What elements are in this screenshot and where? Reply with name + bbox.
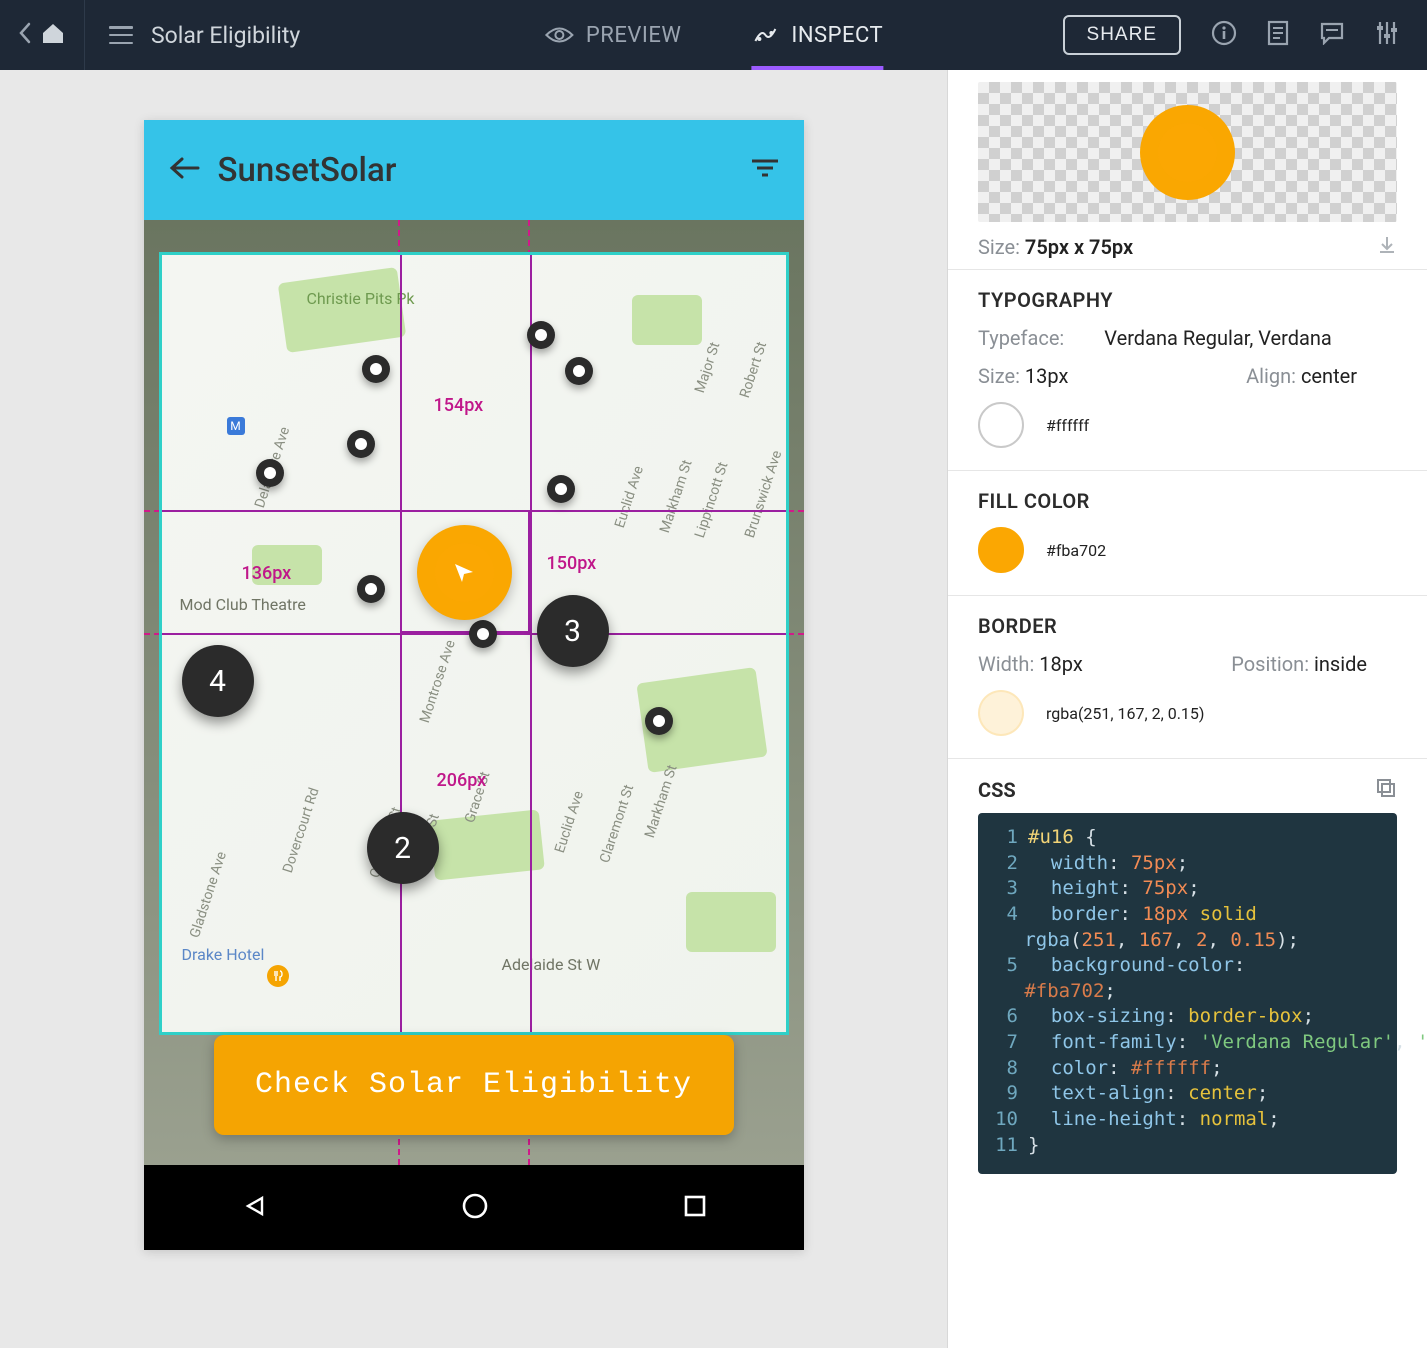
- nav-home-group: [0, 0, 85, 70]
- fontsize-label: Size:: [978, 364, 1020, 388]
- measure-bottom: 206px: [437, 770, 487, 791]
- device-frame: SunsetSolar: [144, 120, 804, 1250]
- thumbnail-sun-icon: [1140, 105, 1235, 200]
- street-label: Dovercourt Rd: [280, 786, 323, 875]
- inspect-icon: [751, 23, 779, 47]
- app-title: SunsetSolar: [218, 151, 397, 190]
- align-label: Align:: [1246, 364, 1296, 388]
- measure-top: 154px: [434, 395, 484, 416]
- android-navbar: [144, 1165, 804, 1250]
- border-width-label: Width:: [978, 652, 1034, 676]
- copy-icon[interactable]: [1375, 777, 1397, 803]
- fill-section: FILL COLOR #fba702: [948, 471, 1427, 596]
- download-icon[interactable]: [1377, 234, 1397, 259]
- app-header: SunsetSolar: [144, 120, 804, 220]
- map-cluster[interactable]: 3: [537, 595, 609, 667]
- tab-inspect-label: INSPECT: [791, 23, 883, 48]
- map-cluster[interactable]: 4: [182, 645, 254, 717]
- street-label: Euclid Ave: [612, 464, 647, 530]
- canvas[interactable]: SunsetSolar: [0, 70, 947, 1348]
- back-arrow-icon[interactable]: [168, 155, 200, 185]
- street-label: Drake Hotel: [182, 945, 265, 964]
- border-position-value: inside: [1314, 652, 1367, 676]
- app-toolbar: Solar Eligibility PREVIEW INSPECT SHARE: [0, 0, 1427, 70]
- street-label: Markham St: [657, 458, 696, 535]
- fontsize-value: 13px: [1025, 364, 1069, 388]
- comments-icon[interactable]: [1319, 21, 1345, 49]
- street-label: Christie Pits Pk: [307, 289, 415, 308]
- typography-heading: TYPOGRAPHY: [978, 288, 1397, 312]
- element-thumbnail: [978, 82, 1397, 222]
- typeface-value: Verdana Regular, Verdana: [1104, 326, 1332, 350]
- nav-back-icon[interactable]: [240, 1192, 268, 1224]
- typeface-label: Typeface:: [978, 326, 1064, 350]
- settings-icon[interactable]: [1375, 20, 1399, 50]
- fill-heading: FILL COLOR: [978, 489, 1397, 513]
- border-position-label: Position:: [1231, 652, 1309, 676]
- street-label: Adelaide St W: [502, 955, 601, 974]
- arrow-cursor-icon: [451, 560, 477, 586]
- map-marker[interactable]: [347, 430, 375, 458]
- nav-home-icon[interactable]: [460, 1191, 490, 1225]
- eye-icon: [544, 24, 574, 46]
- measure-left: 136px: [242, 563, 292, 584]
- share-button[interactable]: SHARE: [1063, 15, 1181, 55]
- metro-icon: M: [227, 417, 245, 435]
- sun-location-marker[interactable]: [417, 525, 512, 620]
- css-code[interactable]: 1#u16 { 2 width: 75px; 3 height: 75px; 4…: [978, 813, 1397, 1174]
- map-marker[interactable]: [362, 355, 390, 383]
- chevron-left-icon[interactable]: [18, 22, 32, 48]
- guide-solid: [530, 255, 532, 1032]
- guide-solid: [400, 255, 402, 1032]
- tab-inspect[interactable]: INSPECT: [751, 0, 883, 70]
- street-label: Markham St: [642, 763, 681, 840]
- cta-button[interactable]: Check Solar Eligibility: [214, 1035, 734, 1135]
- border-color-value: rgba(251, 167, 2, 0.15): [1046, 704, 1204, 723]
- map-marker[interactable]: [256, 459, 284, 487]
- font-color-swatch[interactable]: [978, 402, 1024, 448]
- fill-color-value: #fba702: [1046, 541, 1106, 560]
- street-label: Gladstone Ave: [187, 850, 230, 940]
- measure-right: 150px: [547, 553, 597, 574]
- typography-section: TYPOGRAPHY Typeface: Verdana Regular, Ve…: [948, 270, 1427, 471]
- street-label: Montrose Ave: [417, 638, 459, 725]
- document-title: Solar Eligibility: [151, 22, 300, 49]
- align-value: center: [1301, 364, 1357, 388]
- notes-icon[interactable]: [1267, 20, 1289, 50]
- restaurant-icon: [267, 965, 289, 987]
- map-marker[interactable]: [527, 321, 555, 349]
- font-color-value: #ffffff: [1046, 416, 1089, 435]
- nav-recent-icon[interactable]: [682, 1193, 708, 1223]
- fill-color-swatch[interactable]: [978, 527, 1024, 573]
- street-label: Mod Club Theatre: [180, 595, 306, 614]
- css-heading: CSS: [978, 778, 1016, 802]
- info-icon[interactable]: [1211, 20, 1237, 50]
- street-label: Major St: [692, 340, 723, 395]
- tab-preview-label: PREVIEW: [586, 23, 681, 48]
- border-heading: BORDER: [978, 614, 1397, 638]
- street-label: Claremont St: [597, 783, 637, 865]
- filter-icon[interactable]: [750, 157, 780, 183]
- map[interactable]: Christie Pits Pk Major St Robert St Dela…: [159, 252, 789, 1035]
- street-label: Lippincott St: [692, 460, 732, 540]
- inspector-panel: Size: 75px x 75px TYPOGRAPHY Typeface: V…: [947, 70, 1427, 1348]
- map-marker[interactable]: [645, 707, 673, 735]
- menu-icon[interactable]: [109, 26, 133, 44]
- size-label: Size:: [978, 235, 1020, 259]
- map-marker[interactable]: [547, 475, 575, 503]
- street-label: Euclid Ave: [552, 789, 587, 855]
- home-icon[interactable]: [40, 21, 66, 49]
- map-marker[interactable]: [357, 575, 385, 603]
- border-color-swatch[interactable]: [978, 690, 1024, 736]
- tab-preview[interactable]: PREVIEW: [544, 0, 681, 70]
- street-label: Robert St: [737, 340, 770, 400]
- border-section: BORDER Width: 18px Position: inside rgba…: [948, 596, 1427, 759]
- map-cluster[interactable]: 2: [367, 812, 439, 884]
- map-marker[interactable]: [469, 620, 497, 648]
- street-label: Brunswick Ave: [742, 449, 785, 540]
- size-value: 75px x 75px: [1025, 235, 1133, 259]
- border-width-value: 18px: [1039, 652, 1083, 676]
- map-marker[interactable]: [565, 357, 593, 385]
